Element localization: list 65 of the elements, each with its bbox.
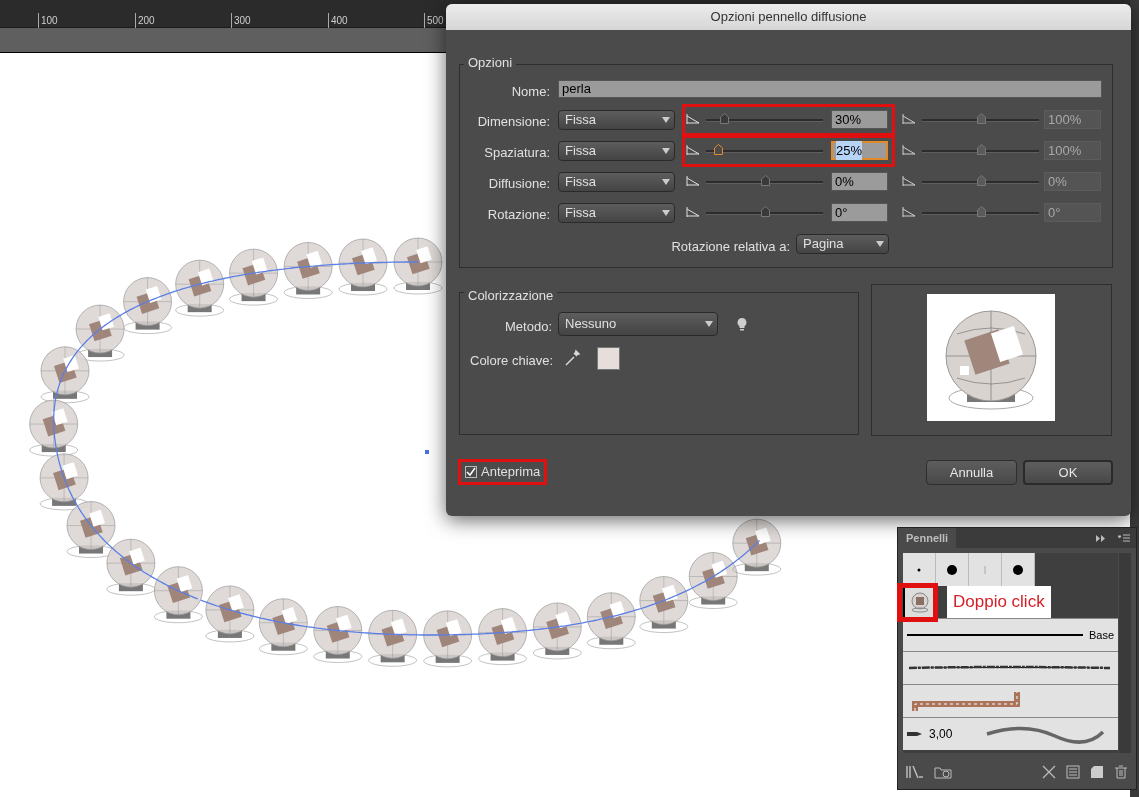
dialog-button[interactable]: OK (1023, 460, 1113, 485)
eyedropper-icon[interactable] (564, 349, 581, 367)
value-field: 0% (1044, 172, 1101, 191)
field-label: Colore chiave: (470, 352, 554, 370)
brush-list-item[interactable] (903, 651, 1118, 684)
dropdown[interactable]: Fissa (558, 203, 675, 223)
field-label: Rotazione: (486, 206, 550, 224)
field-label: Nome: (510, 83, 550, 101)
value-field[interactable]: 0° (831, 203, 888, 222)
value-field: 100% (1044, 141, 1101, 160)
field-label: Diffusione: (487, 175, 550, 193)
field-label: Dimensione: (476, 113, 550, 131)
small-size-icon (902, 206, 916, 218)
bristle-brush-icon (907, 730, 923, 738)
menu-icon[interactable] (1118, 534, 1130, 542)
brush-dot-icon[interactable] (947, 564, 957, 575)
dropdown[interactable]: Fissa (558, 172, 675, 192)
dialog-button[interactable]: Annulla (926, 460, 1017, 485)
field-label: Metodo: (504, 318, 552, 336)
value-field[interactable]: 0% (831, 172, 888, 191)
small-size-icon (686, 144, 700, 156)
caret-icon (662, 117, 670, 123)
field-label: Spaziatura: (483, 144, 550, 162)
field-label: Rotazione relativa a: (670, 238, 790, 256)
brush-list-item[interactable]: Base (903, 618, 1118, 651)
caret-icon (705, 321, 713, 327)
name-field[interactable]: perla (558, 80, 1102, 98)
new-brush-icon[interactable] (1090, 765, 1104, 779)
value-field[interactable]: 25% (831, 141, 888, 160)
caret-icon (876, 241, 884, 247)
small-size-icon (902, 144, 916, 156)
slider-thumb[interactable] (760, 175, 770, 186)
dropdown[interactable]: Fissa (558, 110, 675, 130)
small-size-icon (686, 113, 700, 125)
checkbox[interactable] (465, 466, 477, 478)
caret-icon (662, 148, 670, 154)
small-size-icon (686, 175, 700, 187)
slider-thumb[interactable] (713, 144, 723, 155)
color-swatch[interactable] (597, 347, 620, 370)
slider-thumb[interactable] (760, 206, 770, 217)
value-field[interactable]: 30% (831, 110, 888, 129)
annotation-callout: Doppio click (947, 586, 1051, 618)
caret-icon (662, 210, 670, 216)
caret-icon (662, 179, 670, 185)
lightbulb-icon[interactable] (737, 318, 747, 332)
options-icon[interactable] (1066, 765, 1080, 779)
small-size-icon (686, 206, 700, 218)
panel-tab[interactable]: Pennelli (898, 528, 957, 548)
trash-icon[interactable] (1114, 765, 1128, 779)
brush-dot-icon[interactable] (1013, 564, 1023, 575)
small-size-icon (902, 175, 916, 187)
preview-checkbox[interactable]: Anteprima (458, 459, 548, 485)
value-field: 100% (1044, 110, 1101, 129)
library-icon[interactable] (906, 765, 924, 779)
window-title: Opzioni pennello diffusione (446, 4, 1131, 30)
folder-icon[interactable] (934, 765, 952, 779)
slider-thumb[interactable] (719, 113, 729, 124)
remove-stroke-icon[interactable] (1042, 765, 1056, 779)
small-size-icon (902, 113, 916, 125)
brush-list-item[interactable]: 3,00 (903, 717, 1118, 750)
dropdown[interactable]: Pagina (796, 234, 889, 254)
collapse-icon[interactable] (1096, 534, 1106, 542)
value-field: 0° (1044, 203, 1101, 222)
dropdown[interactable]: Fissa (558, 141, 675, 161)
dropdown[interactable]: Nessuno (558, 312, 718, 336)
